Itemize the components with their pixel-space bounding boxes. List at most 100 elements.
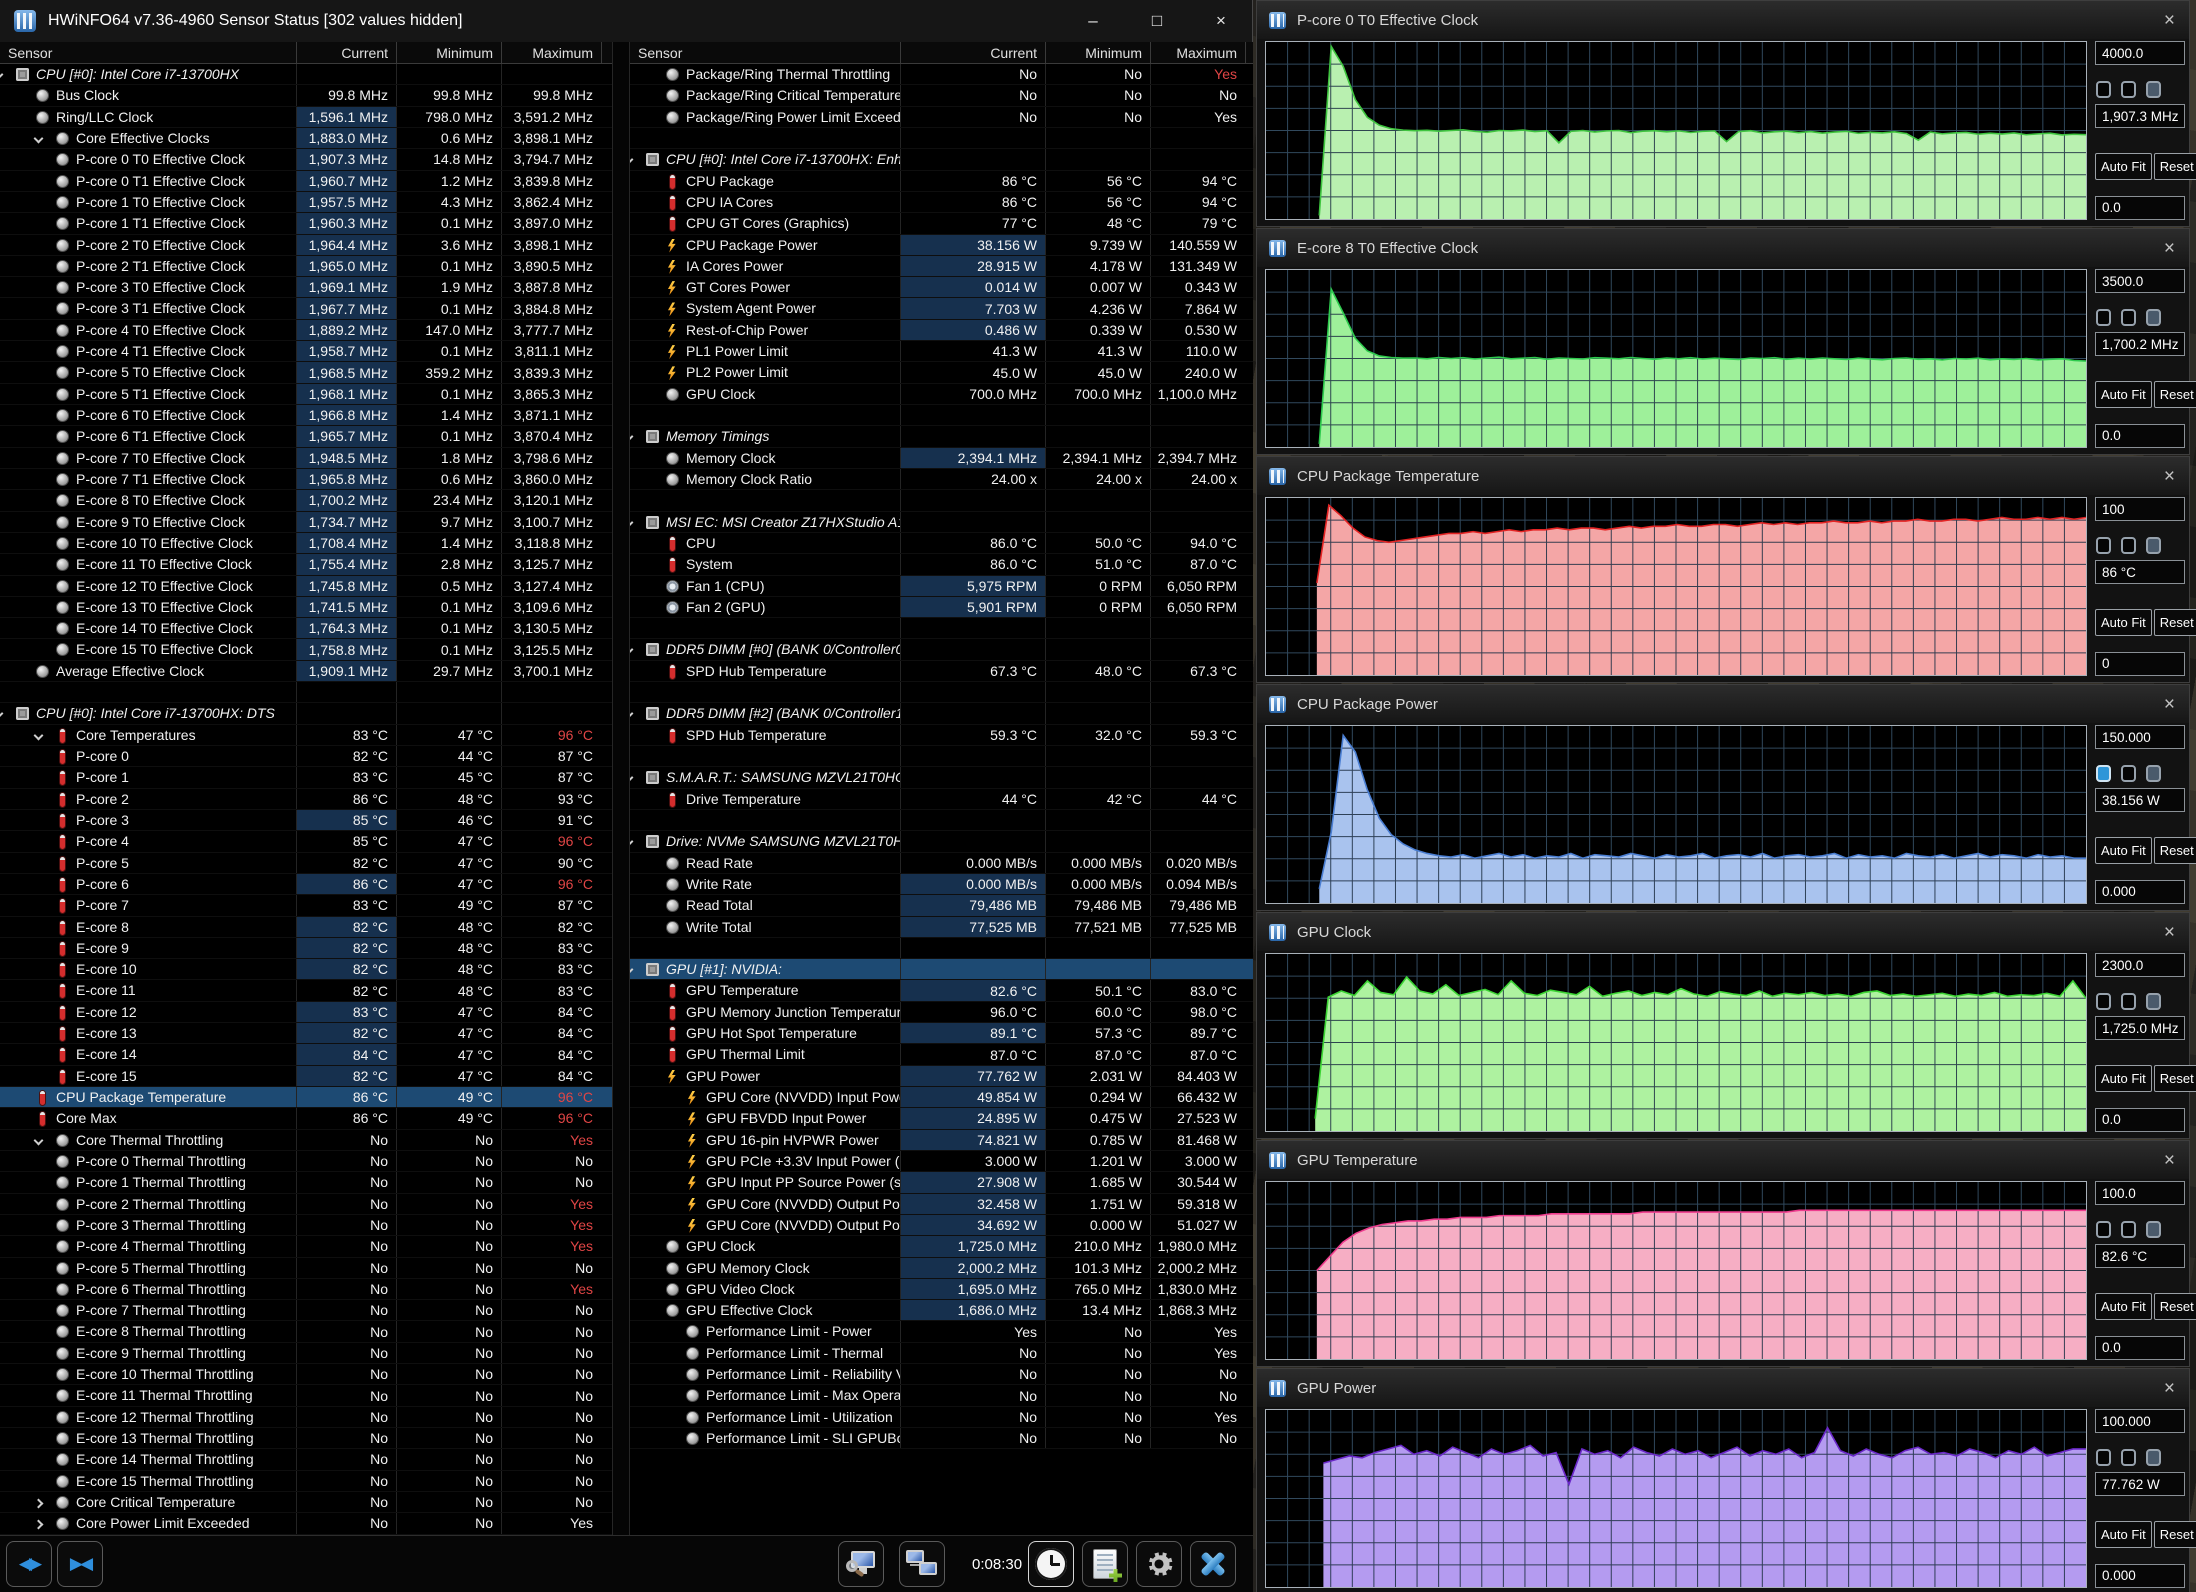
sensor-row[interactable]: E-core 8 Thermal Throttling No No No — [0, 1321, 612, 1343]
sensor-row[interactable]: P-core 2 T0 Effective Clock 1,964.4 MHz 3.… — [0, 234, 612, 256]
col-sensor[interactable]: Sensor — [630, 42, 900, 64]
scale-max-input[interactable]: 4000.0 — [2095, 41, 2185, 65]
sensor-row[interactable]: SPD Hub Temperature 59.3 °C 32.0 °C 59.3 °C — [630, 724, 1253, 746]
sensor-row[interactable]: P-core 7 T0 Effective Clock 1,948.5 MHz 1.… — [0, 447, 612, 469]
section-row[interactable]: CPU [#0]: Intel Core i7-13700HX — [0, 64, 612, 86]
sensor-row[interactable]: P-core 3 Thermal Throttling No No Yes — [0, 1214, 612, 1237]
graph-panel-titlebar[interactable]: E-core 8 T0 Effective Clock × — [1257, 229, 2189, 267]
report-button[interactable] — [1082, 1541, 1128, 1587]
sensor-row[interactable]: P-core 7 83 °C 49 °C 87 °C — [0, 895, 612, 917]
col-current[interactable]: Current — [900, 42, 1045, 64]
chevron-down-icon[interactable] — [0, 69, 4, 80]
sensor-row[interactable]: Core Power Limit Exceeded No No Yes — [0, 1513, 612, 1535]
sensor-row[interactable]: GPU Core (NVVDD) Input Power (sum)49.854… — [630, 1087, 1253, 1109]
sensor-row[interactable]: Performance Limit - Thermal No No Yes — [630, 1342, 1253, 1365]
chevron-down-icon[interactable] — [630, 708, 634, 719]
scale-min-input[interactable]: 0.0 — [2095, 1335, 2185, 1360]
sensor-row[interactable]: E-core 15 T0 Effective Clock 1,758.8 MHz 0… — [0, 639, 612, 661]
graph-panel-titlebar[interactable]: GPU Temperature × — [1257, 1141, 2189, 1179]
titlebar[interactable]: HWiNFO64 v7.36-4960 Sensor Status [302 v… — [0, 0, 1252, 42]
sensor-row[interactable]: PL1 Power Limit 41.3 W 41.3 W 110.0 W — [630, 341, 1253, 363]
sensor-row[interactable]: P-core 7 Thermal Throttling No No No — [0, 1300, 612, 1322]
close-button[interactable]: × — [1206, 0, 1236, 42]
graph-option-checkbox[interactable] — [2121, 993, 2136, 1011]
col-current[interactable]: Current — [296, 42, 396, 64]
chevron-down-icon[interactable] — [0, 708, 4, 719]
close-icon[interactable]: × — [2164, 467, 2175, 486]
graph-option-checkbox[interactable] — [2096, 1221, 2111, 1239]
graph-option-checkbox[interactable] — [2146, 1221, 2161, 1239]
sensor-row[interactable]: GPU Effective Clock 1,686.0 MHz 13.4 MHz 1,… — [630, 1300, 1253, 1322]
sensor-row[interactable]: GPU Memory Junction Temperature 96.0 °C 60… — [630, 1001, 1253, 1024]
sensor-row[interactable]: E-core 10 82 °C 48 °C 83 °C — [0, 959, 612, 981]
graph-option-checkbox[interactable] — [2096, 765, 2111, 783]
sensor-row[interactable]: P-core 1 Thermal Throttling No No No — [0, 1172, 612, 1194]
sensor-row[interactable]: GPU Power 77.762 W 2.031 W 84.403 W — [630, 1065, 1253, 1087]
col-minimum[interactable]: Minimum — [1045, 42, 1150, 64]
section-row[interactable]: MSI EC: MSI Creator Z17HXStudio A13VGT — [630, 511, 1253, 533]
sensor-row[interactable]: P-core 6 86 °C 47 °C 96 °C — [0, 873, 612, 896]
sensor-row[interactable]: GPU Core (NVVDD) Output Power32.458 W1.7… — [630, 1193, 1253, 1215]
graph-option-checkbox[interactable] — [2121, 81, 2136, 99]
sensor-row[interactable]: GT Cores Power 0.014 W 0.007 W 0.343 W — [630, 277, 1253, 299]
sensor-row[interactable]: E-core 14 84 °C 47 °C 84 °C — [0, 1044, 612, 1066]
graph-option-checkbox[interactable] — [2146, 765, 2161, 783]
sensor-row[interactable]: P-core 1 T0 Effective Clock 1,957.5 MHz 4.… — [0, 191, 612, 214]
sensor-row[interactable]: Core Temperatures 83 °C 47 °C 96 °C — [0, 724, 612, 746]
sensor-row[interactable]: CPU Package Temperature 86 °C 49 °C 96 °C — [0, 1087, 612, 1109]
sensor-row[interactable]: E-core 9 82 °C 48 °C 83 °C — [0, 937, 612, 960]
sensor-row[interactable]: Core Thermal Throttling No No Yes — [0, 1129, 612, 1151]
graph-panel-titlebar[interactable]: CPU Package Power × — [1257, 685, 2189, 723]
close-icon[interactable]: × — [2164, 239, 2175, 258]
sensor-row[interactable]: GPU Video Clock 1,695.0 MHz 765.0 MHz 1,830… — [630, 1278, 1253, 1301]
sensor-row[interactable]: P-core 1 T1 Effective Clock 1,960.3 MHz 0.… — [0, 213, 612, 235]
scale-max-input[interactable]: 100.000 — [2095, 1409, 2185, 1433]
sensor-row[interactable]: E-core 14 Thermal Throttling No No No — [0, 1449, 612, 1471]
sensor-row[interactable]: P-core 4 T0 Effective Clock 1,889.2 MHz 14… — [0, 319, 612, 342]
chevron-down-icon[interactable] — [630, 154, 634, 165]
sensor-row[interactable]: Performance Limit - Utilization No No Yes — [630, 1406, 1253, 1428]
section-row[interactable]: CPU [#0]: Intel Core i7-13700HX: DTS — [0, 703, 612, 725]
sensor-row[interactable]: Drive Temperature 44 °C 42 °C 44 °C — [630, 788, 1253, 810]
sensor-row[interactable]: CPU Package Power 38.156 W 9.739 W 140.559 … — [630, 234, 1253, 256]
chevron-right-icon[interactable] — [33, 1498, 44, 1509]
maximize-button[interactable]: □ — [1142, 0, 1172, 42]
sensor-row[interactable]: GPU Clock 1,725.0 MHz 210.0 MHz 1,980.0 MHz — [630, 1236, 1253, 1258]
sensor-row[interactable]: Performance Limit - SLI GPUBoost SyncNoN… — [630, 1428, 1253, 1450]
sensor-row[interactable]: Performance Limit - Max Operating Volta.… — [630, 1385, 1253, 1407]
sensor-row[interactable]: P-core 3 T0 Effective Clock 1,969.1 MHz 1.… — [0, 277, 612, 299]
auto-fit-button[interactable]: Auto Fit — [2095, 1064, 2152, 1092]
chevron-down-icon[interactable] — [33, 1135, 44, 1146]
reset-button[interactable]: Reset — [2153, 1520, 2196, 1548]
sensor-row[interactable]: Performance Limit - Reliability VoltageN… — [630, 1364, 1253, 1386]
section-row[interactable]: DDR5 DIMM [#0] (BANK 0/Controller0-Chan.… — [630, 639, 1253, 661]
remote-monitoring-button[interactable] — [899, 1541, 945, 1587]
close-icon[interactable]: × — [2164, 1151, 2175, 1170]
reset-button[interactable]: Reset — [2153, 1292, 2196, 1320]
close-icon[interactable]: × — [2164, 11, 2175, 30]
sensor-row[interactable]: P-core 0 82 °C 44 °C 87 °C — [0, 746, 612, 768]
sensor-row[interactable]: P-core 4 85 °C 47 °C 96 °C — [0, 831, 612, 853]
graph-option-checkbox[interactable] — [2146, 309, 2161, 327]
sensor-row[interactable]: E-core 13 T0 Effective Clock 1,741.5 MHz 0… — [0, 596, 612, 619]
chevron-down-icon[interactable] — [630, 964, 634, 975]
sensor-row[interactable]: System 86.0 °C 51.0 °C 87.0 °C — [630, 554, 1253, 576]
scale-max-input[interactable]: 100 — [2095, 497, 2185, 521]
sensor-row[interactable]: GPU 16-pin HVPWR Power 74.821 W 0.785 W 81.… — [630, 1129, 1253, 1151]
graph-option-checkbox[interactable] — [2146, 993, 2161, 1011]
close-icon[interactable]: × — [2164, 923, 2175, 942]
sensor-row[interactable]: E-core 8 T0 Effective Clock 1,700.2 MHz 23… — [0, 490, 612, 512]
chevron-down-icon[interactable] — [33, 133, 44, 144]
sensor-row[interactable]: P-core 0 T0 Effective Clock 1,907.3 MHz 14… — [0, 149, 612, 171]
sensor-row[interactable]: P-core 6 Thermal Throttling No No Yes — [0, 1278, 612, 1301]
sensor-row[interactable]: Read Total 79,486 MB 79,486 MB 79,486 MB — [630, 895, 1253, 917]
sensor-row[interactable]: P-core 3 T1 Effective Clock 1,967.7 MHz 0.… — [0, 298, 612, 320]
sensor-row[interactable]: E-core 11 T0 Effective Clock 1,755.4 MHz 2… — [0, 554, 612, 576]
graph-option-checkbox[interactable] — [2121, 309, 2136, 327]
chevron-down-icon[interactable] — [630, 431, 634, 442]
sensor-row[interactable]: E-core 11 Thermal Throttling No No No — [0, 1385, 612, 1407]
graph-option-checkbox[interactable] — [2121, 765, 2136, 783]
graph-option-checkbox[interactable] — [2146, 537, 2161, 555]
sensor-row[interactable]: Average Effective Clock 1,909.1 MHz 29.7 M… — [0, 660, 612, 683]
sensor-row[interactable]: CPU GT Cores (Graphics) 77 °C 48 °C 79 °C — [630, 213, 1253, 235]
